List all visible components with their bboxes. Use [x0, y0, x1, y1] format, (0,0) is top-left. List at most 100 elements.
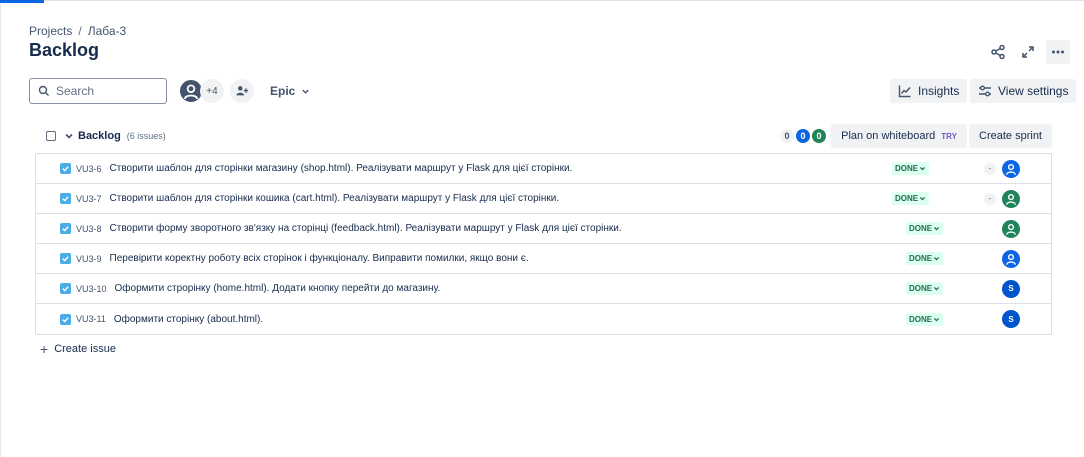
- issue-summary[interactable]: Створити шаблон для сторінки кошика (car…: [110, 193, 560, 204]
- issue-summary[interactable]: Перевірити коректну роботу всіх сторінок…: [110, 253, 529, 264]
- epic-filter[interactable]: Epic: [264, 80, 316, 102]
- plus-icon: +: [40, 341, 49, 357]
- chevron-down-icon: [934, 227, 940, 231]
- status-label: DONE: [895, 194, 919, 203]
- chevron-down-icon: [920, 167, 926, 171]
- status-dropdown[interactable]: DONE: [892, 162, 930, 175]
- task-icon: [60, 163, 71, 174]
- search-icon: [38, 85, 49, 96]
- epic-label: Epic: [270, 84, 296, 98]
- share-icon: [991, 44, 1005, 60]
- active-tab-indicator: [0, 0, 44, 3]
- issue-summary[interactable]: Створити шаблон для сторінки магазину (s…: [110, 163, 573, 174]
- assignee-avatar[interactable]: S: [1002, 310, 1020, 328]
- backlog-header: Backlog (6 issues) 0 0 0 Plan on whitebo…: [36, 124, 1052, 148]
- insights-label: Insights: [918, 84, 960, 98]
- more-actions-button[interactable]: [1046, 40, 1070, 64]
- header-actions: [986, 40, 1070, 64]
- person-icon: [1005, 253, 1017, 265]
- person-icon: [1005, 193, 1017, 205]
- plan-label: Plan on whiteboard: [841, 130, 936, 142]
- issue-row[interactable]: VU3-8 Створити форму зворотного зв'язку н…: [36, 214, 1051, 244]
- status-dropdown[interactable]: DONE: [906, 222, 944, 235]
- task-icon: [60, 193, 71, 204]
- status-label: DONE: [909, 224, 933, 233]
- insights-icon: [898, 85, 911, 98]
- issue-summary[interactable]: Оформити сторінку (about.html).: [114, 314, 263, 325]
- status-dropdown[interactable]: DONE: [892, 192, 930, 205]
- issue-key[interactable]: VU3-8: [76, 224, 102, 234]
- expand-button[interactable]: [1016, 40, 1040, 64]
- view-settings-label: View settings: [998, 84, 1069, 98]
- done-count: 0: [812, 129, 826, 143]
- issue-summary[interactable]: Створити форму зворотного зв'язку на сто…: [110, 223, 622, 234]
- task-icon: [60, 253, 71, 264]
- backlog-title[interactable]: Backlog: [78, 130, 121, 142]
- issue-row[interactable]: VU3-10 Оформити строрінку (home.html). До…: [36, 274, 1051, 304]
- breadcrumb-separator: /: [78, 24, 82, 38]
- avatar-group[interactable]: +4: [178, 78, 224, 104]
- breadcrumb: Projects / Лаба-3: [29, 24, 126, 38]
- create-issue-button[interactable]: + Create issue: [40, 341, 116, 357]
- issue-key[interactable]: VU3-9: [76, 254, 102, 264]
- assignee-avatar[interactable]: S: [1002, 279, 1020, 298]
- task-icon: [60, 313, 71, 325]
- issue-key[interactable]: VU3-6: [76, 164, 102, 174]
- issue-list: VU3-6 Створити шаблон для сторінки магази…: [35, 153, 1052, 335]
- task-icon: [60, 223, 71, 234]
- top-border: [0, 0, 1084, 4]
- person-icon: [1005, 223, 1017, 235]
- avatar-more-count[interactable]: +4: [200, 79, 224, 103]
- chevron-down-icon: [934, 317, 940, 321]
- todo-count: 0: [780, 129, 794, 143]
- status-label: DONE: [909, 284, 933, 293]
- chevron-down-icon: [934, 287, 940, 291]
- status-label: DONE: [909, 314, 933, 324]
- assignee-avatar[interactable]: [1002, 219, 1020, 238]
- issue-row[interactable]: VU3-11 Оформити сторінку (about.html). DON…: [36, 304, 1051, 334]
- issue-row[interactable]: VU3-7 Створити шаблон для сторінки кошика…: [36, 184, 1051, 214]
- breadcrumb-projects[interactable]: Projects: [29, 24, 72, 38]
- status-dropdown[interactable]: DONE: [906, 312, 944, 326]
- chevron-down-icon[interactable]: [64, 131, 74, 141]
- in-progress-count: 0: [796, 129, 810, 143]
- insights-button[interactable]: Insights: [890, 79, 968, 103]
- settings-sliders-icon: [979, 85, 991, 97]
- page-title: Backlog: [29, 40, 100, 60]
- search-box[interactable]: [29, 78, 167, 104]
- status-label: DONE: [909, 254, 933, 263]
- status-counts: 0 0 0: [780, 129, 826, 143]
- more-icon: [1052, 50, 1064, 54]
- breadcrumb-project[interactable]: Лаба-3: [88, 24, 127, 38]
- add-people-button[interactable]: [230, 79, 254, 103]
- assignee-avatar[interactable]: [1002, 189, 1020, 208]
- issue-summary[interactable]: Оформити строрінку (home.html). Додати к…: [115, 283, 441, 294]
- create-issue-label: Create issue: [54, 343, 116, 355]
- expand-icon: [1022, 46, 1034, 58]
- task-icon: [60, 283, 71, 294]
- left-divider: [0, 4, 1, 457]
- status-dropdown[interactable]: DONE: [906, 282, 944, 295]
- chevron-down-icon: [934, 257, 940, 261]
- issue-key[interactable]: VU3-10: [76, 284, 107, 294]
- assignee-avatar[interactable]: [1002, 159, 1020, 178]
- chevron-down-icon: [920, 197, 926, 201]
- share-button[interactable]: [986, 40, 1010, 64]
- search-input[interactable]: [56, 84, 156, 98]
- status-dropdown[interactable]: DONE: [906, 252, 944, 265]
- select-all-checkbox[interactable]: [46, 131, 56, 141]
- create-sprint-button[interactable]: Create sprint: [969, 124, 1052, 148]
- view-settings-button[interactable]: View settings: [970, 79, 1077, 103]
- try-badge: TRY: [941, 131, 957, 141]
- person-icon: [1005, 163, 1017, 175]
- issue-key[interactable]: VU3-7: [76, 194, 102, 204]
- issue-count: (6 issues): [126, 131, 166, 141]
- plan-on-whiteboard-button[interactable]: Plan on whiteboard TRY: [831, 124, 967, 148]
- issue-row[interactable]: VU3-6 Створити шаблон для сторінки магази…: [36, 154, 1051, 184]
- person-icon: [183, 84, 199, 100]
- issue-key[interactable]: VU3-11: [76, 314, 106, 324]
- assignee-avatar[interactable]: [1002, 249, 1020, 268]
- story-points-estimate[interactable]: -: [984, 192, 996, 205]
- issue-row[interactable]: VU3-9 Перевірити коректну роботу всіх сто…: [36, 244, 1051, 274]
- story-points-estimate[interactable]: -: [984, 162, 996, 175]
